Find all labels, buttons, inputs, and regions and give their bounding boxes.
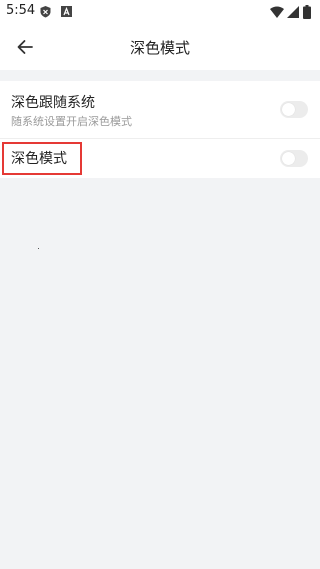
follow-system-title: 深色跟随系统	[11, 95, 95, 111]
follow-system-toggle[interactable]	[280, 101, 308, 118]
dark-mode-row: 深色模式	[0, 139, 320, 178]
status-bar: 5:54	[0, 0, 320, 24]
dark-mode-title: 深色模式	[11, 151, 67, 167]
follow-system-row: 深色跟随系统 随系统设置开启深色模式	[0, 81, 320, 139]
header: 深色模式	[0, 24, 320, 70]
speck	[38, 248, 39, 249]
dark-mode-toggle[interactable]	[280, 150, 308, 167]
toggle-knob	[282, 103, 295, 116]
page-title: 深色模式	[129, 39, 190, 57]
wifi-icon	[270, 6, 284, 18]
signal-icon	[287, 6, 299, 18]
follow-system-subtitle: 随系统设置开启深色模式	[11, 115, 132, 128]
toggle-knob	[282, 152, 295, 165]
battery-icon	[303, 5, 311, 19]
status-time: 5:54	[6, 3, 36, 18]
a-icon	[61, 6, 72, 17]
shield-icon	[40, 6, 51, 18]
settings-list: 深色跟随系统 随系统设置开启深色模式 深色模式	[0, 81, 320, 178]
